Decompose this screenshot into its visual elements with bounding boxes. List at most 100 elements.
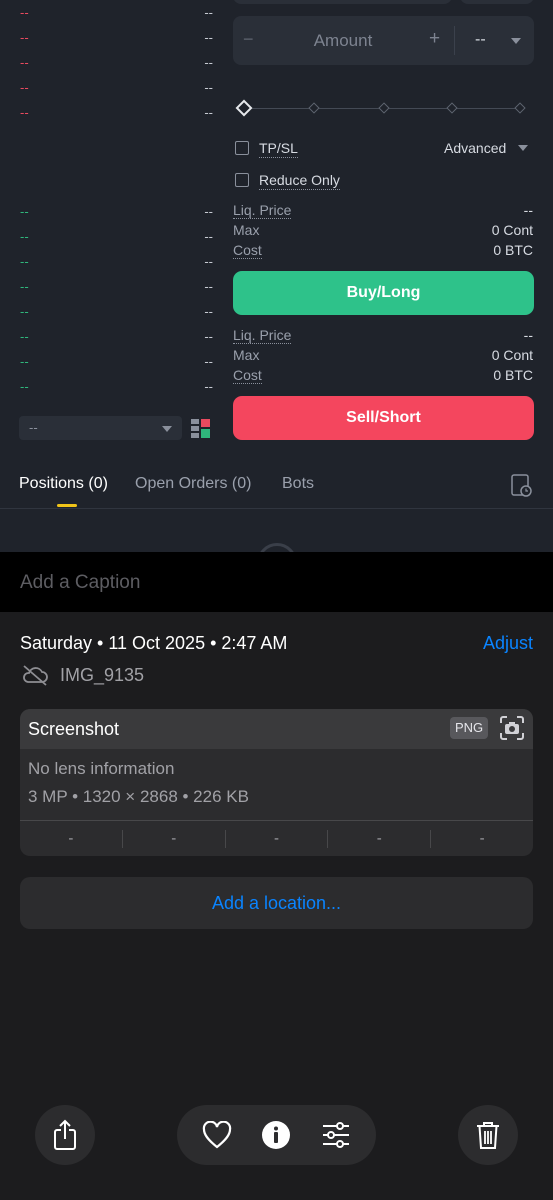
exif-cell: - — [479, 830, 485, 847]
ask-row[interactable]: -- -- — [0, 52, 225, 74]
slider-stop[interactable] — [446, 102, 458, 114]
bid-qty: -- — [204, 254, 213, 269]
bid-qty: -- — [204, 304, 213, 319]
ask-price: -- — [20, 80, 29, 95]
price-type-partial[interactable] — [460, 0, 534, 4]
cloud-off-icon — [23, 665, 48, 686]
ask-row[interactable]: -- -- — [0, 2, 225, 24]
image-specs: 3 MP • 1320 × 2868 • 226 KB — [28, 787, 249, 806]
bid-price: -- — [20, 204, 29, 219]
bid-price: -- — [20, 329, 29, 344]
date-line: Saturday • 11 Oct 2025 • 2:47 AM — [20, 633, 288, 653]
sell-short-label: Sell/Short — [346, 409, 421, 426]
ask-qty: -- — [204, 30, 213, 45]
depth-select-value: -- — [29, 420, 38, 435]
bid-price: -- — [20, 279, 29, 294]
bid-price: -- — [20, 304, 29, 319]
tabs-divider — [0, 508, 553, 509]
tab-bots[interactable]: Bots — [282, 475, 314, 493]
bid-row[interactable]: -- -- — [0, 251, 225, 273]
liq-price-label: Liq. Price — [233, 327, 292, 344]
share-icon — [54, 1119, 76, 1150]
tab-positions[interactable]: Positions (0) — [19, 475, 108, 493]
amount-placeholder: Amount — [313, 31, 373, 50]
cost-label: Cost — [233, 242, 262, 259]
ask-row[interactable]: -- -- — [0, 77, 225, 99]
ask-qty: -- — [204, 55, 213, 70]
ask-qty: -- — [204, 105, 213, 120]
caret-down-icon — [162, 426, 172, 432]
sliders-icon[interactable] — [321, 1122, 351, 1148]
format-badge: PNG — [450, 717, 489, 739]
reduce-only-checkbox[interactable] — [235, 173, 249, 187]
bid-price: -- — [20, 229, 29, 244]
buy-long-label: Buy/Long — [346, 284, 421, 301]
ask-row[interactable]: -- -- — [0, 27, 225, 49]
add-location-label: Add a location... — [211, 892, 342, 913]
trading-screenshot: -- -- -- -- -- -- -- -- -- -- -- -- -- -- -- -- … — [0, 0, 553, 552]
heart-icon[interactable] — [202, 1121, 232, 1149]
bid-price: -- — [20, 354, 29, 369]
caret-down-icon — [518, 145, 528, 151]
layout-icon[interactable] — [191, 419, 211, 439]
lens-info: No lens information — [28, 759, 175, 778]
adjust-button[interactable]: Adjust — [483, 633, 533, 654]
reduce-only-label[interactable]: Reduce Only — [259, 171, 340, 190]
center-toolbar — [177, 1105, 376, 1165]
bid-row[interactable]: -- -- — [0, 226, 225, 248]
bid-qty: -- — [204, 329, 213, 344]
bid-row[interactable]: -- -- — [0, 276, 225, 298]
camera-icon — [500, 716, 524, 740]
buy-long-button[interactable]: Buy/Long — [233, 271, 534, 315]
bid-row[interactable]: -- -- — [0, 351, 225, 373]
info-icon[interactable] — [261, 1120, 291, 1150]
loading-spinner-partial — [257, 543, 297, 552]
history-icon[interactable] — [511, 474, 533, 498]
ask-price: -- — [20, 5, 29, 20]
tpsl-label[interactable]: TP/SL — [259, 139, 298, 158]
ask-price: -- — [20, 105, 29, 120]
bid-row[interactable]: -- -- — [0, 376, 225, 398]
slider-stop[interactable] — [514, 102, 526, 114]
depth-select[interactable]: -- — [19, 416, 182, 440]
bid-qty: -- — [204, 204, 213, 219]
exif-cell: - — [328, 830, 432, 848]
caption-area[interactable]: Add a Caption — [0, 552, 553, 612]
max-label: Max — [233, 222, 260, 238]
delete-button[interactable] — [458, 1105, 518, 1165]
unit-select-value[interactable]: -- — [475, 31, 486, 49]
caption-placeholder[interactable]: Add a Caption — [20, 572, 140, 594]
cost-value: 0 BTC — [493, 242, 533, 258]
bid-price: -- — [20, 254, 29, 269]
slider-stop[interactable] — [378, 102, 390, 114]
sell-short-button[interactable]: Sell/Short — [233, 396, 534, 440]
max-label: Max — [233, 347, 260, 363]
bid-row[interactable]: -- -- — [0, 301, 225, 323]
bid-qty: -- — [204, 279, 213, 294]
trash-icon — [477, 1122, 499, 1149]
share-button[interactable] — [35, 1105, 95, 1165]
plus-button[interactable]: + — [429, 28, 440, 50]
liq-price-value: -- — [523, 327, 533, 343]
exif-row: - - - - - — [20, 821, 533, 856]
leverage-slider[interactable] — [235, 99, 528, 119]
slider-thumb[interactable] — [235, 99, 253, 117]
amount-field[interactable]: − Amount + -- — [233, 16, 534, 65]
ask-price: -- — [20, 30, 29, 45]
bid-price: -- — [20, 379, 29, 394]
ask-price: -- — [20, 55, 29, 70]
amount-divider — [454, 26, 455, 55]
slider-stop[interactable] — [308, 102, 320, 114]
bid-row[interactable]: -- -- — [0, 201, 225, 223]
bid-qty: -- — [204, 229, 213, 244]
liq-price-value: -- — [523, 202, 533, 218]
price-field-partial[interactable] — [233, 0, 452, 4]
advanced-dropdown[interactable]: Advanced — [444, 139, 506, 157]
bid-row[interactable]: -- -- — [0, 326, 225, 348]
add-location-button[interactable]: Add a location... — [20, 877, 533, 929]
ask-row[interactable]: -- -- — [0, 102, 225, 124]
tab-open-orders[interactable]: Open Orders (0) — [135, 475, 251, 493]
tpsl-checkbox[interactable] — [235, 141, 249, 155]
cost-label: Cost — [233, 367, 262, 384]
card-title: Screenshot — [28, 719, 120, 739]
